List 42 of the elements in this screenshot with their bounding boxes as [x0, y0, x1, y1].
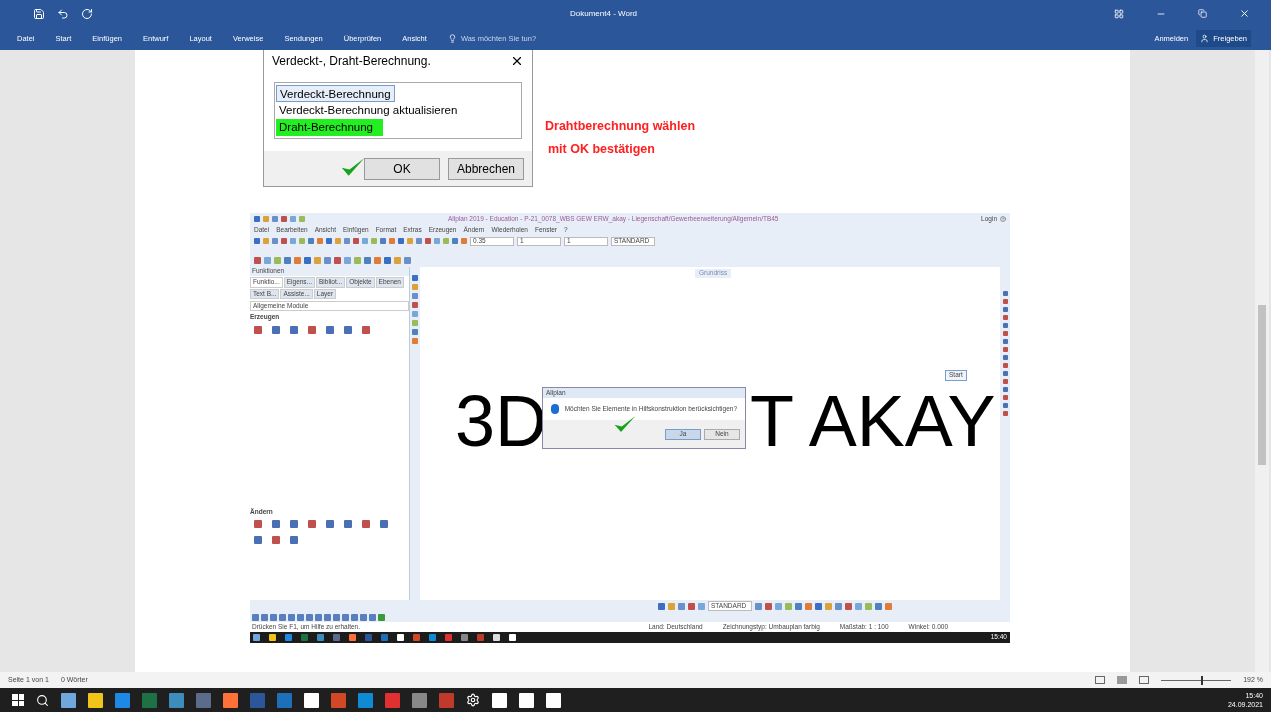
tool-icon[interactable]	[290, 325, 298, 334]
annotation-text: Drahtberechnung wählen	[545, 118, 696, 135]
app-icon[interactable]	[519, 692, 534, 708]
tool-icon[interactable]	[344, 325, 352, 334]
dialog-title: Verdeckt-, Draht-Berechnung.	[272, 52, 432, 70]
check-mark-icon	[613, 414, 637, 434]
question-icon	[551, 404, 559, 414]
help-icon[interactable]	[1000, 216, 1006, 222]
tool-icon[interactable]	[362, 325, 370, 334]
search-icon[interactable]	[36, 693, 49, 707]
tool-icon[interactable]	[308, 325, 316, 334]
read-mode-icon[interactable]	[1095, 676, 1106, 684]
canvas-text: T AKAY	[750, 385, 996, 457]
dialog-button[interactable]: Abbrechen	[448, 157, 524, 180]
app-icon[interactable]	[223, 692, 238, 708]
list-option[interactable]: Draht-Berechnung	[276, 119, 383, 136]
lightbulb-icon	[447, 34, 457, 43]
close-icon[interactable]	[1239, 8, 1250, 19]
save-icon[interactable]	[33, 7, 45, 20]
tool-icon[interactable]	[254, 325, 262, 334]
app-icon[interactable]	[546, 692, 561, 708]
annotation-text: mit OK bestätigen	[548, 140, 656, 158]
app-icon[interactable]	[304, 692, 319, 708]
redo-icon[interactable]	[81, 7, 93, 20]
list-option[interactable]: Verdeckt-Berechnung	[276, 85, 395, 102]
list-option[interactable]: Verdeckt-Berechnung aktualisieren	[276, 102, 461, 119]
undo-icon[interactable]	[57, 7, 69, 20]
app-icon[interactable]	[88, 692, 103, 708]
dialog-button[interactable]: OK	[364, 157, 440, 180]
restore-icon[interactable]	[1198, 9, 1207, 18]
app-icon[interactable]	[61, 692, 76, 708]
window-title: Dokument4 - Word	[569, 7, 638, 20]
person-icon	[1200, 34, 1210, 43]
zoom-thumb[interactable]	[1201, 675, 1204, 685]
tool-icon[interactable]	[326, 325, 334, 334]
settings-icon[interactable]	[466, 693, 480, 707]
print-layout-icon[interactable]	[1117, 676, 1128, 684]
app-icon[interactable]	[492, 692, 507, 708]
web-layout-icon[interactable]	[1139, 676, 1150, 684]
tool-icon[interactable]	[272, 325, 280, 334]
ribbon-display-icon[interactable]	[1114, 8, 1124, 19]
start-icon[interactable]	[12, 694, 24, 706]
